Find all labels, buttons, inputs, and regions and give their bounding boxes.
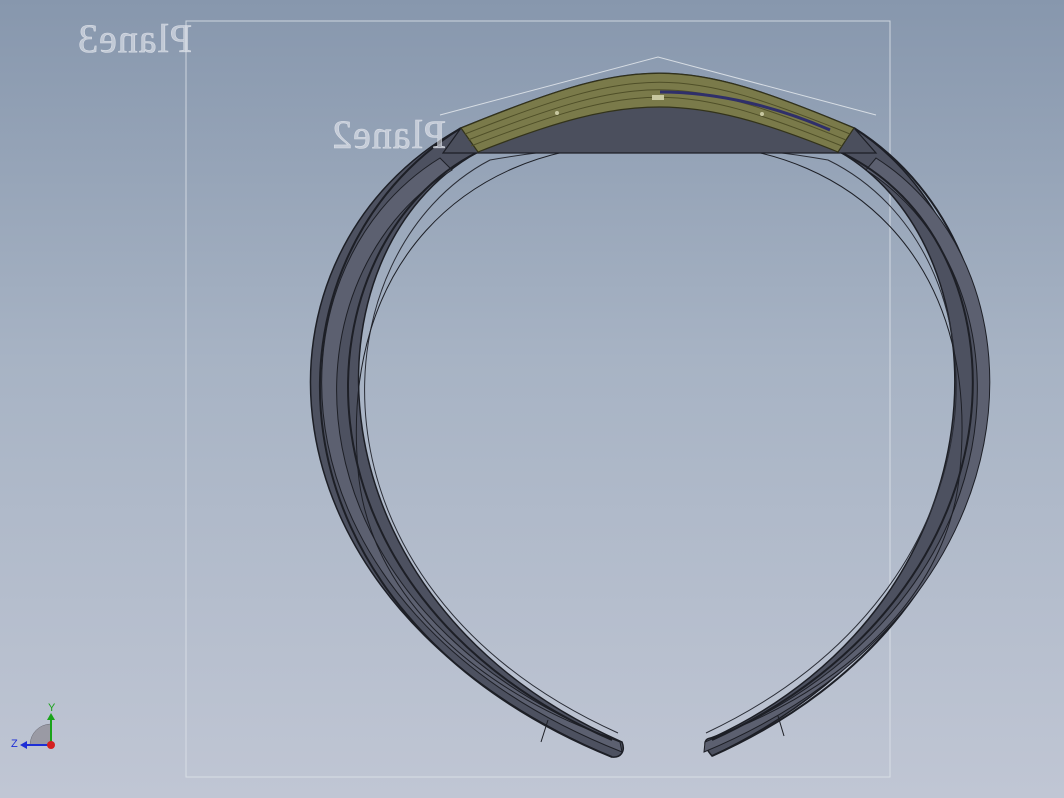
triad-x-axis-icon [47,741,55,749]
inlay-marker-center [652,95,664,100]
triad-z-label: Z [11,738,18,750]
model-viewport[interactable]: Plane3 Plane2 Y Z [0,0,1064,798]
inlay-marker-left [555,111,559,115]
plane3-label[interactable]: Plane3 [77,16,192,62]
inlay-marker-right [760,112,764,116]
reference-triad[interactable]: Y Z [11,702,56,750]
triad-sphere-icon [29,723,52,746]
triad-y-label: Y [48,702,56,714]
triad-y-arrow-icon [47,713,55,720]
triad-z-arrow-icon [20,741,27,749]
plane2-label[interactable]: Plane2 [331,112,446,158]
